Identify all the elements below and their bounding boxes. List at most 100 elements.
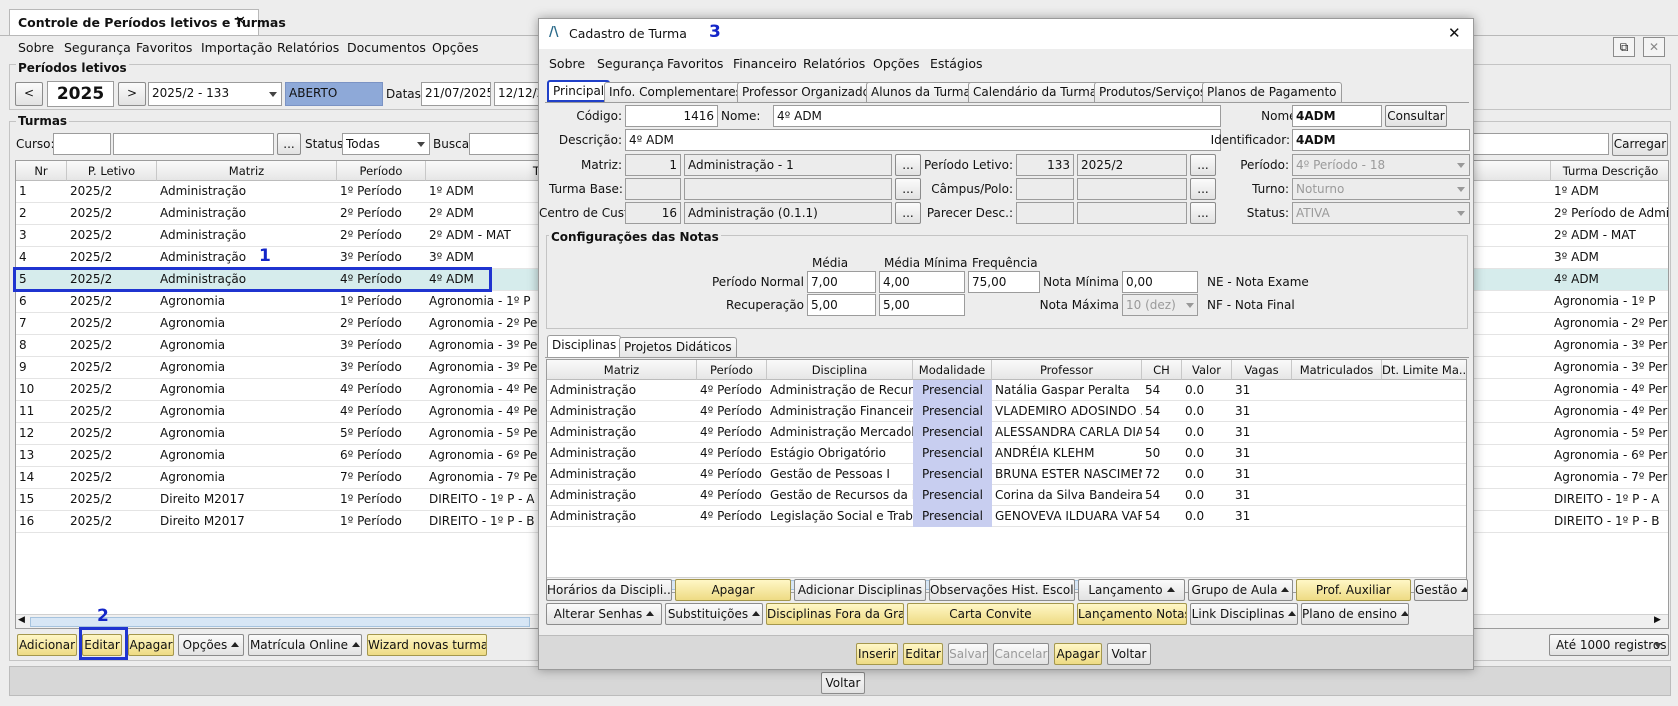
dmenu-favoritos[interactable]: Favoritos: [667, 56, 723, 71]
dcol-vagas[interactable]: Vagas: [1232, 360, 1292, 380]
grupo-aula-button[interactable]: Grupo de Aula: [1188, 579, 1293, 601]
menu-documentos[interactable]: Documentos: [347, 40, 426, 55]
dcol-periodo[interactable]: Período: [697, 360, 767, 380]
campus-lookup-button[interactable]: ...: [1190, 178, 1216, 200]
identificador-field[interactable]: 4ADM: [1292, 129, 1470, 151]
recup-media-field[interactable]: 5,00: [807, 294, 876, 316]
main-tab-close-icon[interactable]: ✕: [235, 14, 246, 29]
gestao-button[interactable]: Gestão: [1414, 579, 1468, 601]
subtab-projetos-didaticos[interactable]: Projetos Didáticos: [619, 337, 737, 357]
menu-favoritos[interactable]: Favoritos: [136, 40, 192, 55]
curso-lookup-button[interactable]: ...: [277, 133, 301, 155]
disc-row[interactable]: Administração 4º Período Estágio Obrigatór…: [547, 443, 1466, 464]
dcol-ch[interactable]: CH: [1142, 360, 1182, 380]
dcol-dt-limite[interactable]: Dt. Limite Ma...: [1382, 360, 1466, 380]
data-fim-field[interactable]: 12/12/2: [494, 82, 544, 106]
periodo-letivo-code-field[interactable]: 133: [1016, 154, 1074, 176]
disc-row[interactable]: Administração 4º Período Gestão de Recurso…: [547, 485, 1466, 506]
prof-auxiliar-button[interactable]: Prof. Auxiliar: [1296, 579, 1411, 601]
periodo-letivo-name-field[interactable]: 2025/2: [1077, 154, 1187, 176]
nome-field[interactable]: 4º ADM: [773, 105, 1221, 127]
campus-name-field[interactable]: [1077, 178, 1187, 200]
dcol-matriculados[interactable]: Matriculados: [1292, 360, 1382, 380]
matricula-online-button[interactable]: Matrícula Online: [248, 634, 362, 656]
cancelar-button[interactable]: Cancelar: [993, 643, 1049, 665]
dialog-voltar-button[interactable]: Voltar: [1107, 643, 1151, 665]
nome-red-field[interactable]: 4ADM: [1292, 105, 1382, 127]
dmenu-opcoes[interactable]: Opções: [873, 56, 920, 71]
adicionar-disciplinas-button[interactable]: Adicionar Disciplinas: [794, 579, 926, 601]
dcol-matriz[interactable]: Matriz: [547, 360, 697, 380]
curso-name-field[interactable]: [113, 133, 274, 155]
registros-select[interactable]: Até 1000 registros: [1549, 634, 1669, 656]
dmenu-financeiro[interactable]: Financeiro: [733, 56, 797, 71]
centro-custo-name-field[interactable]: Administração (0.1.1): [684, 202, 892, 224]
turma-base-lookup-button[interactable]: ...: [895, 178, 921, 200]
col-periodo[interactable]: Período: [337, 161, 426, 181]
inserir-button[interactable]: Inserir: [856, 643, 898, 665]
disc-apagar-button[interactable]: Apagar: [675, 579, 791, 601]
salvar-button[interactable]: Salvar: [948, 643, 988, 665]
carregar-button[interactable]: Carregar: [1612, 133, 1668, 156]
turno-select[interactable]: Noturno: [1292, 178, 1470, 200]
dialog-status-select[interactable]: ATIVA: [1292, 202, 1470, 224]
col-letivo[interactable]: P. Letivo: [67, 161, 157, 181]
carta-convite-button[interactable]: Carta Convite: [907, 603, 1074, 625]
centro-custo-code-field[interactable]: 16: [625, 202, 681, 224]
turma-base-name-field[interactable]: [684, 178, 892, 200]
menu-relatorios[interactable]: Relatórios: [277, 40, 339, 55]
dmenu-estagios[interactable]: Estágios: [930, 56, 983, 71]
nota-maxima-select[interactable]: 10 (dez): [1122, 294, 1198, 316]
nota-minima-field[interactable]: 0,00: [1122, 271, 1198, 293]
dialog-apagar-button[interactable]: Apagar: [1054, 643, 1102, 665]
scroll-right-icon[interactable]: ▶: [1654, 615, 1661, 625]
parecer-lookup-button[interactable]: ...: [1190, 202, 1216, 224]
dcol-professor[interactable]: Professor: [992, 360, 1142, 380]
tab-calendario-da-turma[interactable]: Calendário da Turma: [968, 82, 1103, 102]
menu-sobre[interactable]: Sobre: [18, 40, 54, 55]
horarios-button[interactable]: Horários da Discipli...: [546, 579, 672, 601]
tab-planos-de-pagamento[interactable]: Planos de Pagamento: [1202, 82, 1342, 102]
centro-custo-lookup-button[interactable]: ...: [895, 202, 921, 224]
adicionar-button[interactable]: Adicionar: [17, 634, 77, 656]
menu-importacao[interactable]: Importação: [201, 40, 272, 55]
opcoes-button[interactable]: Opções: [178, 634, 244, 656]
year-field[interactable]: 2025: [47, 81, 114, 107]
alterar-senhas-button[interactable]: Alterar Senhas: [546, 603, 662, 625]
tab-produtos-servicos[interactable]: Produtos/Serviços: [1094, 82, 1212, 102]
consultar-button[interactable]: Consultar: [1385, 105, 1447, 127]
lancamento-button[interactable]: Lançamento: [1078, 579, 1185, 601]
menu-opcoes[interactable]: Opções: [432, 40, 479, 55]
detach-icon[interactable]: ⧉: [1613, 37, 1635, 57]
tab-principal[interactable]: Principal: [547, 80, 611, 102]
dialog-close-icon[interactable]: ✕: [1448, 24, 1461, 42]
dcol-modalidade[interactable]: Modalidade: [913, 360, 992, 380]
dialog-editar-button[interactable]: Editar: [903, 643, 943, 665]
dmenu-relatorios[interactable]: Relatórios: [803, 56, 865, 71]
periodo-select[interactable]: 4º Período - 18: [1292, 154, 1470, 176]
col-nr[interactable]: Nr: [16, 161, 67, 181]
campus-code-field[interactable]: [1016, 178, 1074, 200]
main-tab[interactable]: Controle de Períodos letivos e Turmas ✕: [9, 9, 286, 35]
status-select[interactable]: Todas: [342, 133, 430, 155]
normal-media-min-field[interactable]: 4,00: [879, 271, 965, 293]
disc-row[interactable]: Administração 4º Período Administração de …: [547, 380, 1466, 401]
disciplinas-fora-button[interactable]: Disciplinas Fora da Grade: [766, 603, 904, 625]
subtab-disciplinas[interactable]: Disciplinas: [547, 335, 622, 357]
periodo-letivo-lookup-button[interactable]: ...: [1190, 154, 1216, 176]
col-turma-descricao[interactable]: Turma Descrição: [1551, 161, 1668, 181]
next-year-button[interactable]: >: [118, 82, 146, 106]
recup-media-min-field[interactable]: 5,00: [879, 294, 965, 316]
observacoes-button[interactable]: Observações Hist. Escolar: [929, 579, 1075, 601]
apagar-button[interactable]: Apagar: [128, 634, 174, 656]
tab-alunos-da-turma[interactable]: Alunos da Turma: [866, 82, 976, 102]
lancamento-notas-button[interactable]: Lançamento Notas: [1077, 603, 1187, 625]
parecer-name-field[interactable]: [1077, 202, 1187, 224]
plano-ensino-button[interactable]: Plano de ensino: [1301, 603, 1409, 625]
turma-base-code-field[interactable]: [625, 178, 681, 200]
dmenu-sobre[interactable]: Sobre: [549, 56, 585, 71]
dmenu-seguranca[interactable]: Segurança: [597, 56, 664, 71]
normal-media-field[interactable]: 7,00: [807, 271, 876, 293]
dialog-titlebar[interactable]: /\ Cadastro de Turma 3 ✕: [539, 19, 1473, 49]
descricao-field[interactable]: 4º ADM: [625, 129, 1221, 151]
